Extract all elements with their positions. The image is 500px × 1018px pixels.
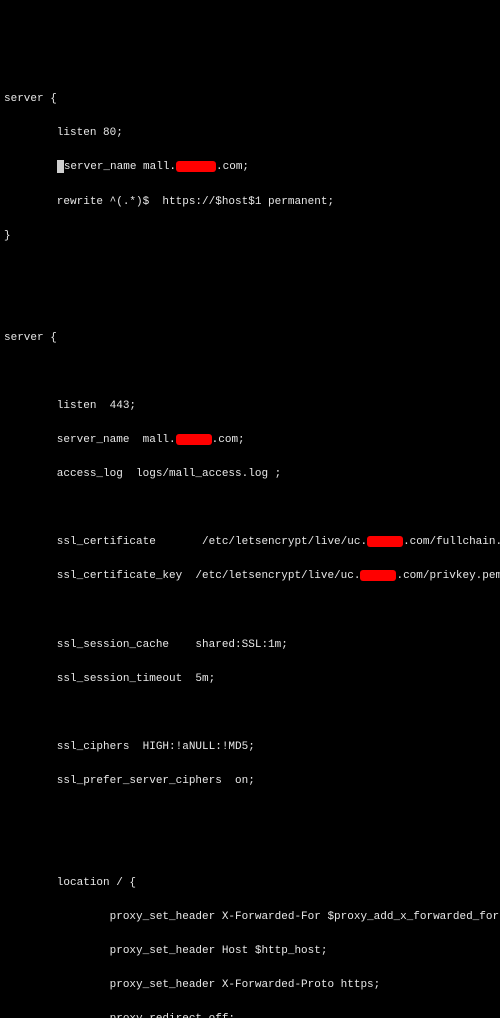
redacted-domain: xxx bbox=[360, 570, 396, 581]
blank-line bbox=[4, 364, 496, 381]
server2-server-name: server_name mall.xxx.com; bbox=[4, 432, 496, 449]
blank-line bbox=[4, 807, 496, 824]
server-name-text-b: .com; bbox=[212, 434, 245, 446]
redacted-domain: xxx bbox=[176, 434, 212, 445]
ssl-key-text-a: ssl_certificate_key /etc/letsencrypt/liv… bbox=[4, 570, 360, 582]
server2-ssl-key: ssl_certificate_key /etc/letsencrypt/liv… bbox=[4, 568, 496, 585]
config-file-viewer: server { listen 80; server_name mall.xxx… bbox=[4, 74, 496, 1018]
blank-line bbox=[4, 296, 496, 313]
proxy-redirect: proxy_redirect off; bbox=[4, 1011, 496, 1018]
blank-line bbox=[4, 262, 496, 279]
proxy-header-host: proxy_set_header Host $http_host; bbox=[4, 943, 496, 960]
blank-line bbox=[4, 602, 496, 619]
ssl-cert-text-a: ssl_certificate /etc/letsencrypt/live/uc… bbox=[4, 536, 367, 548]
redacted-domain: xxxx bbox=[176, 161, 216, 172]
server-name-text-a: server_name mall. bbox=[4, 434, 176, 446]
server1-rewrite: rewrite ^(.*)$ https://$host$1 permanent… bbox=[4, 194, 496, 211]
server2-ssl-ciphers: ssl_ciphers HIGH:!aNULL:!MD5; bbox=[4, 739, 496, 756]
server2-access-log: access_log logs/mall_access.log ; bbox=[4, 466, 496, 483]
proxy-header-xff: proxy_set_header X-Forwarded-For $proxy_… bbox=[4, 909, 496, 926]
server-name-text-a: server_name mall. bbox=[64, 161, 176, 173]
location-open: location / { bbox=[4, 875, 496, 892]
server-name-text-b: .com; bbox=[216, 161, 249, 173]
server2-ssl-timeout: ssl_session_timeout 5m; bbox=[4, 671, 496, 688]
server1-open: server { bbox=[4, 91, 496, 108]
redacted-domain: xxx bbox=[367, 536, 403, 547]
server1-close: } bbox=[4, 228, 496, 245]
blank-line bbox=[4, 705, 496, 722]
server1-server-name: server_name mall.xxxx.com; bbox=[4, 159, 496, 176]
text-cursor[interactable] bbox=[57, 160, 64, 173]
ssl-key-text-b: .com/privkey.pem; bbox=[396, 570, 500, 582]
server2-ssl-prefer: ssl_prefer_server_ciphers on; bbox=[4, 773, 496, 790]
server2-ssl-cache: ssl_session_cache shared:SSL:1m; bbox=[4, 637, 496, 654]
server2-listen: listen 443; bbox=[4, 398, 496, 415]
ssl-cert-text-b: .com/fullchain.pem; bbox=[403, 536, 500, 548]
proxy-header-proto: proxy_set_header X-Forwarded-Proto https… bbox=[4, 977, 496, 994]
indent bbox=[4, 161, 57, 173]
server1-listen: listen 80; bbox=[4, 125, 496, 142]
blank-line bbox=[4, 841, 496, 858]
server2-open: server { bbox=[4, 330, 496, 347]
server2-ssl-cert: ssl_certificate /etc/letsencrypt/live/uc… bbox=[4, 534, 496, 551]
